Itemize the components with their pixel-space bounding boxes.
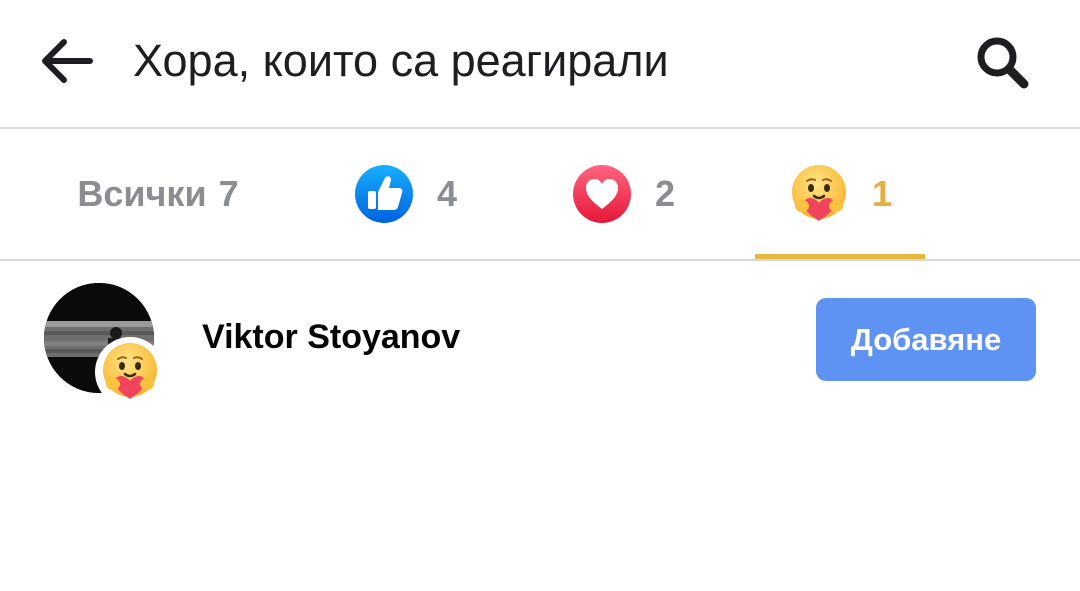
tab-all-label: Всички [77, 173, 207, 214]
add-friend-label: Добавяне [850, 321, 1002, 357]
search-icon [977, 37, 1029, 89]
tab-love[interactable]: 2 [548, 129, 698, 259]
tab-like-count: 4 [436, 173, 458, 214]
header: Хора, които са реагирали [0, 0, 1080, 129]
tab-like[interactable]: 4 [330, 129, 480, 259]
page-title: Хора, които са реагирали [133, 35, 669, 86]
like-reaction-icon [354, 165, 413, 223]
care-reaction-icon [103, 343, 157, 399]
reaction-badge [95, 337, 165, 407]
tab-care-count: 1 [871, 173, 893, 214]
tab-all-count: 7 [218, 173, 239, 214]
list-item[interactable]: Viktor Stoyanov Добавяне [0, 262, 1080, 412]
tab-love-count: 2 [654, 173, 676, 214]
search-button[interactable] [966, 26, 1038, 98]
user-name[interactable]: Viktor Stoyanov [202, 318, 460, 357]
care-reaction-icon [791, 165, 846, 221]
arrow-left-icon [42, 39, 93, 83]
back-button[interactable] [30, 25, 102, 97]
reaction-tabs: Всички 7 4 2 1 [0, 129, 1080, 261]
reactions-screen: Хора, които са реагирали Всички 7 4 2 1 … [0, 0, 1080, 591]
tab-care[interactable]: 1 [755, 129, 925, 259]
love-reaction-icon [572, 165, 631, 223]
add-friend-button[interactable]: Добавяне [816, 298, 1036, 381]
tab-all[interactable]: Всички 7 [58, 129, 258, 259]
